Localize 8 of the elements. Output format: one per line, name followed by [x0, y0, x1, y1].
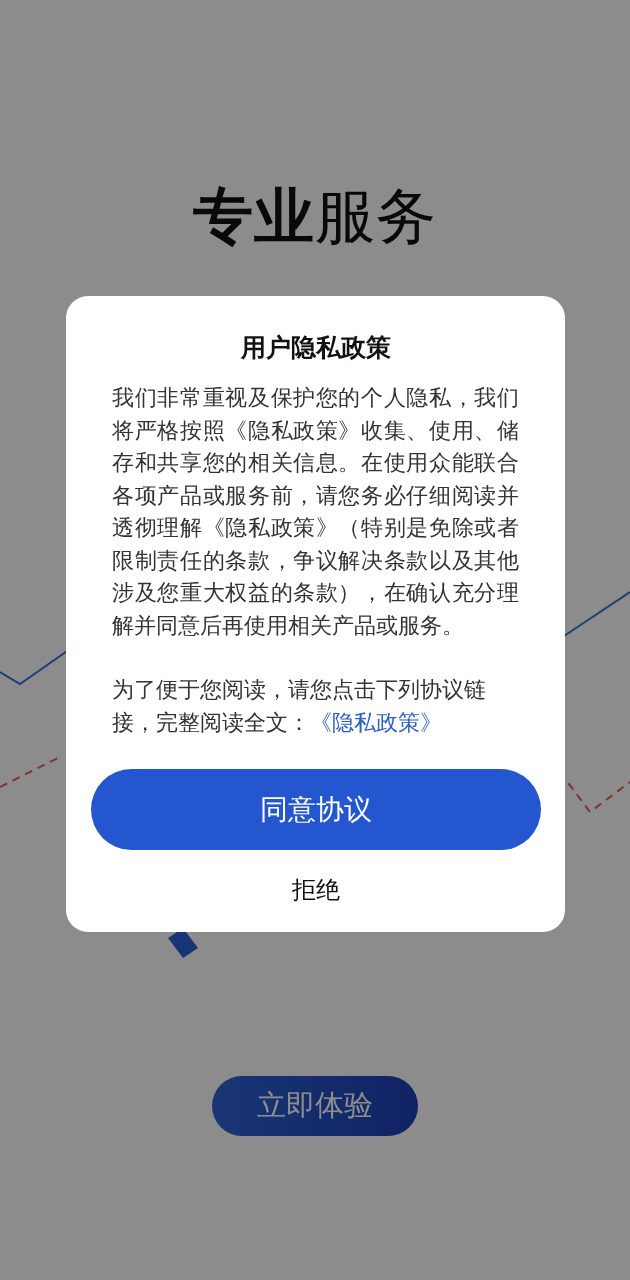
page-title: 专业服务: [193, 180, 437, 252]
dialog-title: 用户隐私政策: [240, 332, 391, 364]
policy-notice: 为了便于您阅读，请您点击下列协议链接，完整阅读全文：《隐私政策》: [112, 676, 487, 737]
policy-paragraph: 我们非常重视及保护您的个人隐私，我们将严格按照《隐私政策》收集、使用、储存和共享您的相关信息。在使用众能联合各项产品或服务前，请您务必仔细阅读并透彻理解《隐私政策》（特别是免除或者限制责任的条款，争议解决条款以及其他涉及您重大权益的条款），在确认充分理解并同意后再使用相关产品或服务。: [112, 384, 519, 640]
start-button[interactable]: 立即体验: [212, 1076, 418, 1136]
reject-button[interactable]: 拒绝: [279, 868, 352, 912]
privacy-policy-link[interactable]: 《隐私政策》: [310, 709, 442, 735]
agree-button[interactable]: 同意协议: [90, 769, 541, 850]
